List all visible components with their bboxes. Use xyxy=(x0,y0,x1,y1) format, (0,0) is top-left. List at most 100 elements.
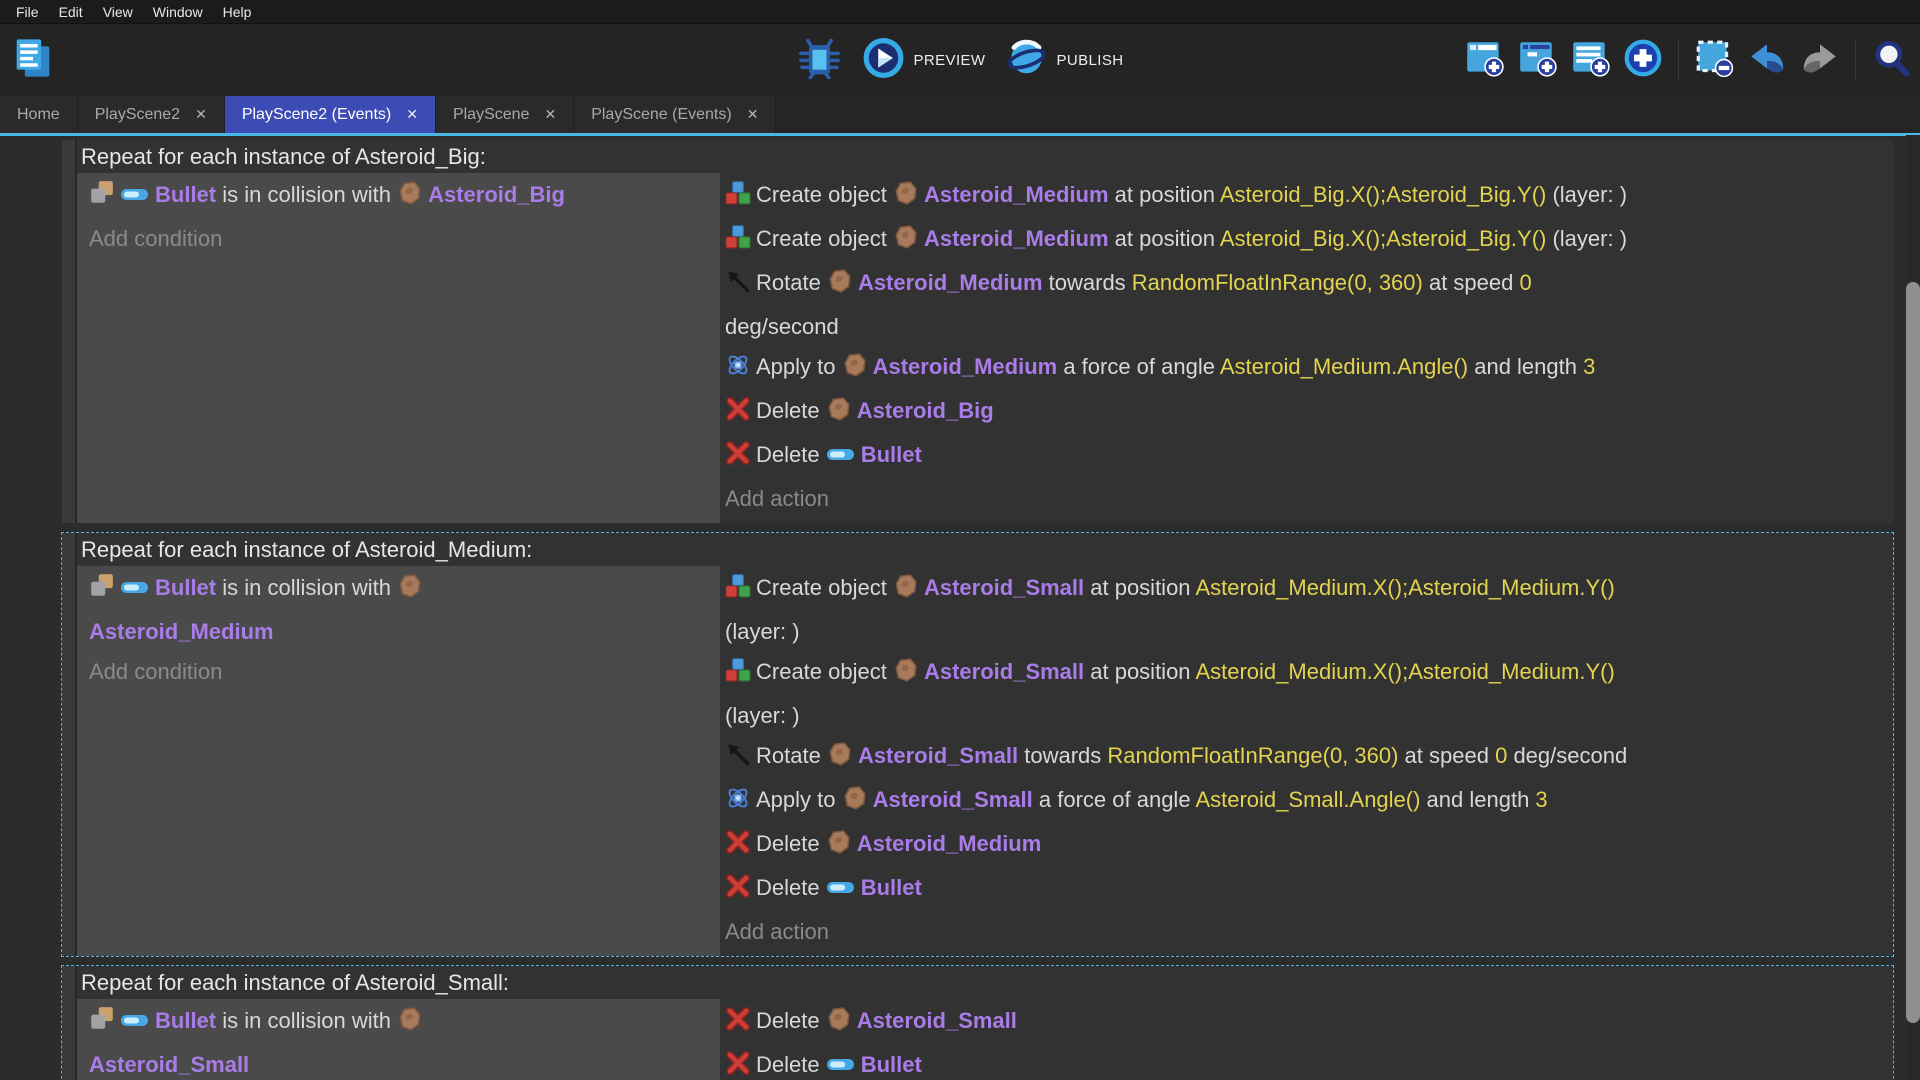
instruction-text: and length xyxy=(1420,787,1535,812)
tab-close-icon[interactable]: ✕ xyxy=(195,106,207,123)
undo-button[interactable] xyxy=(1744,37,1790,83)
event-block[interactable]: Repeat for each instance of Asteroid_Med… xyxy=(61,532,1894,957)
add-action-button[interactable]: Add action xyxy=(725,912,1885,952)
events-sheet: Repeat for each instance of Asteroid_Big… xyxy=(61,139,1894,1080)
object-name: Asteroid_Medium xyxy=(924,226,1109,251)
instruction-text: (layer: ) xyxy=(725,619,800,644)
object-name: Asteroid_Big xyxy=(857,398,994,423)
event-action[interactable]: Apply to Asteroid_Small a force of angle… xyxy=(725,780,1885,824)
object-name: Asteroid_Small xyxy=(924,575,1084,600)
event-action[interactable]: Create object Asteroid_Small at position… xyxy=(725,568,1885,652)
preview-button[interactable]: PREVIEW xyxy=(863,37,986,84)
event-action[interactable]: Delete Bullet xyxy=(725,868,1885,912)
instruction-text: at position xyxy=(1109,226,1220,251)
event-drag-handle[interactable] xyxy=(62,533,77,956)
event-block[interactable]: Repeat for each instance of Asteroid_Sma… xyxy=(61,965,1894,1080)
instruction-text: deg/second xyxy=(1507,743,1627,768)
instruction-text: (layer: ) xyxy=(725,703,800,728)
tab-playscene2[interactable]: PlayScene2 ✕ xyxy=(78,96,225,133)
expression-value: Asteroid_Medium.Angle() xyxy=(1220,354,1468,379)
event-action[interactable]: Rotate Asteroid_Small towards RandomFloa… xyxy=(725,736,1885,780)
tab-label: PlayScene2 xyxy=(95,106,180,124)
add-comment-button[interactable] xyxy=(1567,37,1613,83)
instruction-text: is in collision with xyxy=(216,182,397,207)
force-icon xyxy=(725,351,751,391)
menu-item-file[interactable]: File xyxy=(6,1,49,23)
conditions-column: Bullet is in collision with Asteroid_Sma… xyxy=(77,999,720,1080)
add-other-event-button[interactable] xyxy=(1620,37,1666,83)
collision-icon xyxy=(89,179,115,219)
event-action[interactable]: Create object Asteroid_Medium at positio… xyxy=(725,219,1885,263)
event-condition[interactable]: Bullet is in collision with Asteroid_Big xyxy=(89,175,710,219)
tab-close-icon[interactable]: ✕ xyxy=(747,106,759,123)
object-name: Asteroid_Medium xyxy=(858,270,1043,295)
delete-icon xyxy=(725,828,751,868)
undo-icon xyxy=(1746,37,1788,84)
tab-close-icon[interactable]: ✕ xyxy=(406,106,418,123)
create-icon xyxy=(725,179,751,219)
create-icon xyxy=(725,656,751,696)
add-event-button[interactable] xyxy=(1461,37,1507,83)
object-name: Bullet xyxy=(861,1052,922,1077)
delete-icon xyxy=(725,395,751,435)
scrollbar-thumb[interactable] xyxy=(1906,282,1920,1023)
actions-column: Create object Asteroid_Medium at positio… xyxy=(720,173,1893,523)
event-drag-handle[interactable] xyxy=(62,966,77,1080)
event-header[interactable]: Repeat for each instance of Asteroid_Big… xyxy=(77,140,1893,173)
delete-icon xyxy=(725,872,751,912)
event-action[interactable]: Create object Asteroid_Medium at positio… xyxy=(725,175,1885,219)
tab-close-icon[interactable]: ✕ xyxy=(544,106,556,123)
add-condition-button[interactable]: Add condition xyxy=(89,652,710,692)
event-action[interactable]: Delete Bullet xyxy=(725,435,1885,479)
event-action[interactable]: Rotate Asteroid_Medium towards RandomFlo… xyxy=(725,263,1885,347)
menu-item-view[interactable]: View xyxy=(93,1,143,23)
event-action[interactable]: Delete Bullet xyxy=(725,1045,1885,1080)
event-action[interactable]: Delete Asteroid_Big xyxy=(725,391,1885,435)
event-action[interactable]: Delete Asteroid_Small xyxy=(725,1001,1885,1045)
search-icon xyxy=(1870,37,1912,84)
instruction-text: Delete xyxy=(756,1052,826,1077)
instruction-text: towards xyxy=(1043,270,1132,295)
tab-playscene[interactable]: PlayScene✕ xyxy=(436,96,574,133)
bullet-icon xyxy=(120,569,150,609)
publish-button[interactable]: PUBLISH xyxy=(1005,37,1123,84)
add-action-button[interactable]: Add action xyxy=(725,479,1885,519)
tab-label: PlayScene2 (Events) xyxy=(242,106,391,124)
object-name: Asteroid_Big xyxy=(428,182,565,207)
debugger-button[interactable] xyxy=(797,37,843,83)
add-subevent-button[interactable] xyxy=(1514,37,1560,83)
bullet-icon xyxy=(826,436,856,476)
publish-planet-icon xyxy=(1005,37,1047,84)
asteroid-icon xyxy=(893,656,919,696)
add-condition-button[interactable]: Add condition xyxy=(89,219,710,259)
preview-label: PREVIEW xyxy=(914,52,986,69)
menu-item-help[interactable]: Help xyxy=(213,1,262,23)
tab-playscene-events-[interactable]: PlayScene (Events)✕ xyxy=(574,96,776,133)
event-header[interactable]: Repeat for each instance of Asteroid_Med… xyxy=(77,533,1893,566)
object-name: Asteroid_Small xyxy=(924,659,1084,684)
event-block[interactable]: Repeat for each instance of Asteroid_Big… xyxy=(61,139,1894,524)
tab-playscene2-events-[interactable]: PlayScene2 (Events) ✕ xyxy=(225,96,436,133)
conditions-column: Bullet is in collision with Asteroid_Big… xyxy=(77,173,720,523)
redo-button[interactable] xyxy=(1797,37,1843,83)
event-condition[interactable]: Bullet is in collision with Asteroid_Med… xyxy=(89,568,710,652)
project-manager-button[interactable] xyxy=(10,37,56,83)
asteroid-icon xyxy=(827,740,853,780)
event-header[interactable]: Repeat for each instance of Asteroid_Sma… xyxy=(77,966,1893,999)
toolbar-separator xyxy=(1855,39,1856,81)
search-button[interactable] xyxy=(1868,37,1914,83)
menu-item-window[interactable]: Window xyxy=(143,1,213,23)
bullet-icon xyxy=(826,1046,856,1080)
redo-icon xyxy=(1799,37,1841,84)
tab-home[interactable]: Home xyxy=(0,96,78,133)
event-condition[interactable]: Bullet is in collision with Asteroid_Sma… xyxy=(89,1001,710,1080)
event-drag-handle[interactable] xyxy=(62,140,77,523)
menu-item-edit[interactable]: Edit xyxy=(49,1,93,23)
expression-value: Asteroid_Medium.X();Asteroid_Medium.Y() xyxy=(1195,659,1614,684)
debugger-chip-icon xyxy=(799,37,841,84)
remove-selection-button[interactable] xyxy=(1691,37,1737,83)
event-action[interactable]: Delete Asteroid_Medium xyxy=(725,824,1885,868)
event-action[interactable]: Create object Asteroid_Small at position… xyxy=(725,652,1885,736)
expression-value: RandomFloatInRange(0, 360) xyxy=(1107,743,1398,768)
event-action[interactable]: Apply to Asteroid_Medium a force of angl… xyxy=(725,347,1885,391)
